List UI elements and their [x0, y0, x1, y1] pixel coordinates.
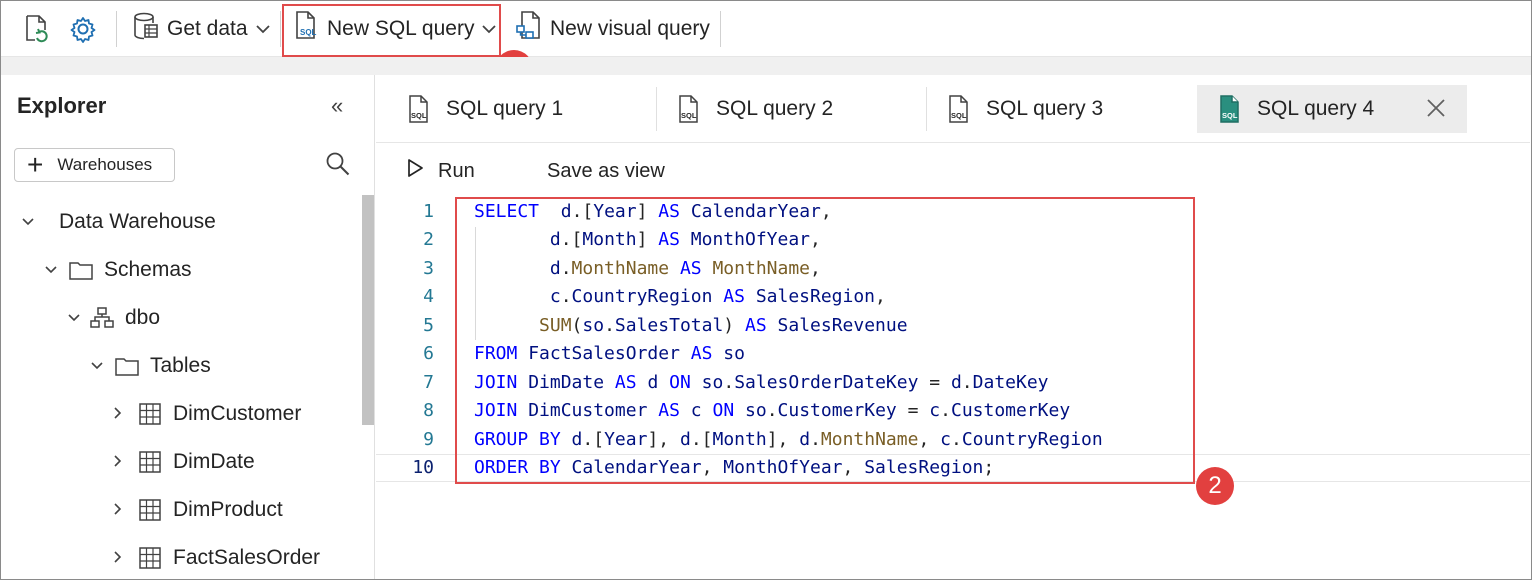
line-number: 7	[423, 371, 434, 393]
search-icon[interactable]	[325, 151, 351, 177]
chevron-down-icon	[255, 21, 270, 38]
sql-code-highlight	[455, 197, 1195, 484]
new-sql-query-highlight	[282, 4, 501, 57]
tab-label: SQL query 3	[986, 97, 1104, 120]
explorer-scrollbar[interactable]	[362, 195, 374, 425]
svg-text:SQL: SQL	[411, 111, 427, 120]
top-toolbar: Get data SQL New SQL query New visual qu…	[1, 1, 1531, 57]
folder-icon	[68, 258, 94, 282]
line-number: 1	[423, 200, 434, 222]
chevron-right-icon	[113, 454, 131, 471]
add-warehouses-label: Warehouses	[57, 155, 153, 174]
chevron-down-icon	[90, 358, 108, 374]
tab-sql-query-2[interactable]: SQL SQL query 2	[676, 85, 833, 133]
line-number: 2	[423, 229, 434, 251]
run-button[interactable]: Run	[406, 158, 475, 184]
add-warehouses-button[interactable]: + Warehouses	[14, 148, 175, 182]
svg-text:SQL: SQL	[681, 111, 697, 120]
tab-sql-query-1[interactable]: SQL SQL query 1	[406, 85, 563, 133]
new-visual-query-button[interactable]: New visual query	[516, 7, 710, 51]
close-tab-icon[interactable]	[1426, 94, 1446, 125]
toolbar-separator	[720, 11, 721, 47]
table-icon	[137, 498, 163, 522]
tree-item-label: dbo	[125, 306, 161, 329]
schema-icon	[89, 306, 115, 330]
tree-item-label: DimCustomer	[173, 402, 302, 425]
tree-item-label: DimProduct	[173, 498, 283, 521]
table-icon	[137, 546, 163, 570]
new-visual-query-label: New visual query	[550, 17, 710, 40]
tree-item-dimproduct[interactable]: DimProduct	[113, 495, 283, 525]
chevron-right-icon	[113, 406, 131, 423]
step-badge-2: 2	[1196, 467, 1234, 505]
line-number: 10	[412, 457, 434, 479]
tree-item-label: Data Warehouse	[59, 210, 216, 233]
visual-query-icon	[516, 10, 542, 48]
line-number: 6	[423, 343, 434, 365]
run-label: Run	[438, 159, 475, 182]
sql-file-icon: SQL	[1217, 95, 1243, 123]
toolbar-separator	[280, 11, 281, 47]
line-number: 3	[423, 257, 434, 279]
header-band	[1, 57, 1531, 75]
tree-item-dimcustomer[interactable]: DimCustomer	[113, 399, 301, 429]
tree-item-schemas[interactable]: Schemas	[44, 255, 192, 285]
explorer-title: Explorer	[17, 93, 107, 118]
chevron-down-icon	[67, 310, 85, 326]
collapse-pane-icon[interactable]: «	[331, 93, 343, 119]
play-icon	[406, 158, 424, 184]
save-as-view-button[interactable]: Save as view	[547, 160, 665, 183]
tab-separator	[926, 87, 927, 131]
tab-label: SQL query 2	[716, 97, 834, 120]
tree-item-tables[interactable]: Tables	[90, 351, 211, 381]
tree-item-label: Schemas	[104, 258, 192, 281]
line-number: 8	[423, 400, 434, 422]
plus-icon: +	[27, 149, 44, 180]
tree-item-label: Tables	[150, 354, 211, 377]
line-number: 4	[423, 286, 434, 308]
line-number: 9	[423, 428, 434, 450]
chevron-right-icon	[113, 550, 131, 567]
query-tabs: SQL SQL query 1 SQL SQL query 2 SQL SQL …	[376, 75, 1530, 143]
toolbar-separator	[116, 11, 117, 47]
svg-text:SQL: SQL	[951, 111, 967, 120]
tab-label: SQL query 1	[446, 97, 564, 120]
get-data-label: Get data	[167, 17, 248, 40]
chevron-down-icon	[21, 214, 39, 230]
tree-item-data-warehouse[interactable]: Data Warehouse	[21, 207, 216, 237]
table-icon	[137, 450, 163, 474]
folder-icon	[114, 354, 140, 378]
tab-sql-query-3[interactable]: SQL SQL query 3	[946, 85, 1103, 133]
line-number: 5	[423, 314, 434, 336]
settings-icon[interactable]	[68, 13, 98, 45]
svg-text:SQL: SQL	[1222, 111, 1238, 120]
tree-item-label: FactSalesOrder	[173, 546, 321, 569]
tree-item-dbo[interactable]: dbo	[67, 303, 160, 333]
explorer-pane: Explorer « + Warehouses Data Warehouse S…	[1, 75, 375, 579]
tab-sql-query-4[interactable]: SQL SQL query 4	[1197, 85, 1467, 133]
tab-label: SQL query 4	[1257, 97, 1375, 120]
tree-item-factsalesorder[interactable]: FactSalesOrder	[113, 543, 320, 573]
tree-item-dimdate[interactable]: DimDate	[113, 447, 255, 477]
chevron-down-icon	[44, 262, 62, 278]
sql-file-icon: SQL	[406, 95, 432, 123]
get-data-button[interactable]: Get data	[133, 7, 270, 51]
sql-file-icon: SQL	[676, 95, 702, 123]
chevron-right-icon	[113, 502, 131, 519]
sql-file-icon: SQL	[946, 95, 972, 123]
refresh-icon[interactable]	[21, 13, 51, 45]
tree-item-label: DimDate	[173, 450, 255, 473]
tab-separator	[656, 87, 657, 131]
database-icon	[133, 11, 159, 47]
table-icon	[137, 402, 163, 426]
